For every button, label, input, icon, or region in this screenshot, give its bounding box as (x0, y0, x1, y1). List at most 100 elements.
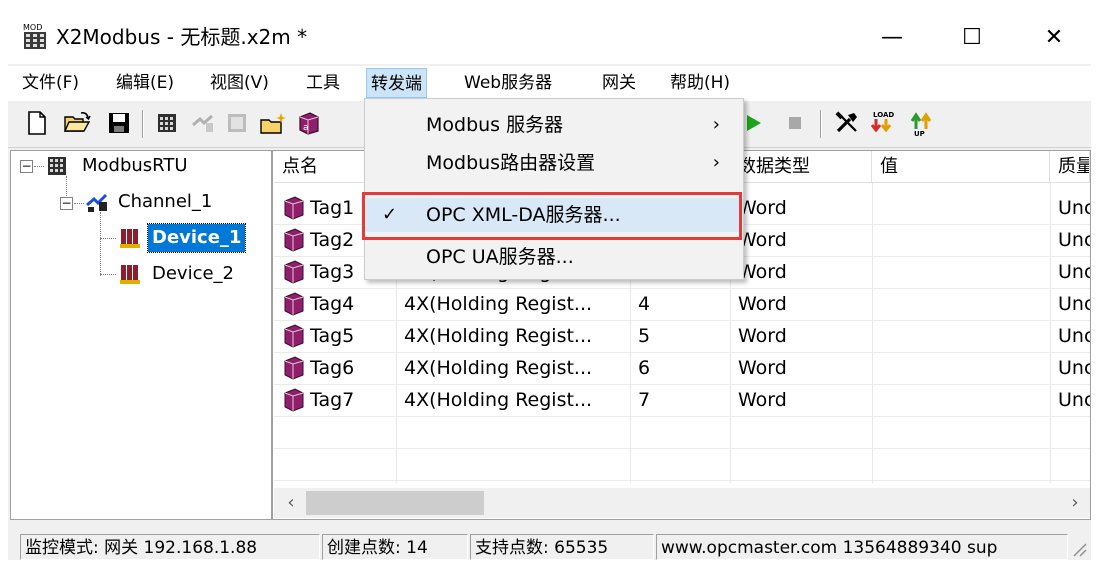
tag-icon (282, 356, 306, 384)
cell-type: Word (730, 320, 872, 352)
tree-connector (66, 176, 67, 198)
cell-name: Tag7 (274, 384, 396, 416)
tree-device-2[interactable]: Device_2 (152, 260, 234, 288)
cell-quality: Unc (1050, 192, 1090, 224)
channel-icon[interactable] (188, 108, 218, 138)
cell-text: 4X(Holding Regist... (404, 357, 593, 379)
grid-line (274, 416, 1090, 417)
cell-text: Tag1 (310, 197, 355, 219)
menu-item-modbus-router[interactable]: Modbus路由器设置 › (366, 146, 742, 180)
cell-text: 5 (638, 325, 651, 347)
grid-line (274, 480, 1090, 481)
cell-quality: Unc (1050, 352, 1090, 384)
cell-offset: 7 (630, 384, 730, 416)
status-supported-points: 支持点数: 65535 (470, 534, 654, 560)
minimize-button[interactable]: — (862, 14, 922, 60)
cell-type: Word (730, 384, 872, 416)
svg-text:a: a (303, 123, 309, 133)
cell-text: Word (738, 357, 787, 379)
stop-icon[interactable] (780, 108, 810, 138)
menu-file[interactable]: 文件(F) (18, 68, 83, 98)
modbus-rtu-icon (46, 155, 68, 181)
maximize-button[interactable]: ☐ (942, 14, 1002, 60)
cell-text: Tag2 (310, 229, 355, 251)
menu-forwarder[interactable]: 转发端 (366, 68, 427, 98)
scroll-right-button[interactable]: › (1060, 488, 1090, 518)
cell-text: Word (738, 229, 787, 251)
column-header-quality[interactable]: 质量 (1050, 151, 1090, 183)
close-button[interactable]: ✕ (1024, 14, 1084, 60)
cell-value (872, 256, 1050, 288)
resize-grip-icon[interactable] (1070, 540, 1088, 558)
cell-text: Tag3 (310, 261, 355, 283)
cell-name: Tag6 (274, 352, 396, 384)
cell-value (872, 224, 1050, 256)
cell-type: Word (730, 352, 872, 384)
new-channel-icon[interactable] (258, 108, 288, 138)
cell-type: Word (730, 192, 872, 224)
channel-node-icon (84, 190, 112, 218)
menu-web-server[interactable]: Web服务器 (460, 68, 556, 98)
tag-icon (282, 324, 306, 352)
grid-line (274, 448, 1090, 449)
menu-view[interactable]: 视图(V) (206, 68, 273, 98)
tree-connector (74, 203, 84, 204)
tag-icon (282, 196, 306, 224)
cell-quality: Unc (1050, 384, 1090, 416)
cell-offset: 4 (630, 288, 730, 320)
new-file-icon[interactable] (22, 108, 52, 138)
window-title: X2Modbus - 无标题.x2m * (56, 25, 308, 49)
collapse-toggle[interactable]: − (20, 160, 33, 173)
scroll-left-button[interactable]: ‹ (276, 488, 306, 518)
menu-item-label: Modbus 服务器 (426, 114, 564, 136)
device-node-icon (118, 226, 142, 254)
column-header-data-type[interactable]: 数据类型 (730, 151, 872, 183)
device-disabled-icon[interactable] (222, 108, 252, 138)
column-header-value[interactable]: 值 (872, 151, 1050, 183)
cell-name: Tag5 (274, 320, 396, 352)
tree-connector (100, 212, 101, 276)
cell-text: Word (738, 197, 787, 219)
device-icon[interactable] (152, 108, 182, 138)
cell-text: Unc (1058, 325, 1090, 347)
menu-item-opc-ua-server[interactable]: OPC UA服务器... (366, 240, 742, 274)
scrollbar-thumb[interactable] (306, 491, 484, 515)
cell-quality: Unc (1050, 320, 1090, 352)
load-icon[interactable]: LOAD (870, 108, 900, 138)
save-icon[interactable] (104, 108, 134, 138)
toolbar-separator (820, 110, 822, 138)
menu-item-label: Modbus路由器设置 (426, 152, 596, 174)
tree-root-label[interactable]: ModbusRTU (82, 152, 188, 180)
cell-value (872, 320, 1050, 352)
tools-icon[interactable] (832, 108, 862, 138)
cell-text: 4X(Holding Regist... (404, 325, 593, 347)
cell-text: Tag4 (310, 293, 355, 315)
cell-text: Unc (1058, 357, 1090, 379)
cell-offset: 5 (630, 320, 730, 352)
menu-tools[interactable]: 工具 (302, 68, 344, 98)
app-icon: MOD (22, 22, 48, 50)
svg-text:MOD: MOD (23, 23, 42, 32)
tree-channel-label[interactable]: Channel_1 (118, 188, 212, 216)
collapse-toggle[interactable]: − (60, 197, 73, 210)
cell-quality: Unc (1050, 256, 1090, 288)
svg-text:LOAD: LOAD (873, 111, 894, 119)
menu-item-modbus-server[interactable]: Modbus 服务器 › (366, 108, 742, 142)
status-contact: www.opcmaster.com 13564889340 sup (656, 534, 1068, 560)
cell-text: Word (738, 325, 787, 347)
new-tag-icon[interactable]: a (294, 108, 324, 138)
cell-text: 6 (638, 357, 651, 379)
tree-device-1-selected[interactable]: Device_1 (146, 223, 247, 253)
cell-text: Word (738, 293, 787, 315)
menu-edit[interactable]: 编辑(E) (112, 68, 178, 98)
cell-text: 4X(Holding Regist... (404, 389, 593, 411)
menu-gateway[interactable]: 网关 (598, 68, 640, 98)
highlight-annotation-box (362, 192, 742, 240)
cell-text: Unc (1058, 389, 1090, 411)
cell-offset: 6 (630, 352, 730, 384)
open-folder-icon[interactable] (62, 108, 92, 138)
cell-address: 4X(Holding Regist... (396, 288, 630, 320)
cell-type: Word (730, 224, 872, 256)
menu-help[interactable]: 帮助(H) (666, 68, 734, 98)
upload-icon[interactable]: UP (908, 108, 938, 138)
